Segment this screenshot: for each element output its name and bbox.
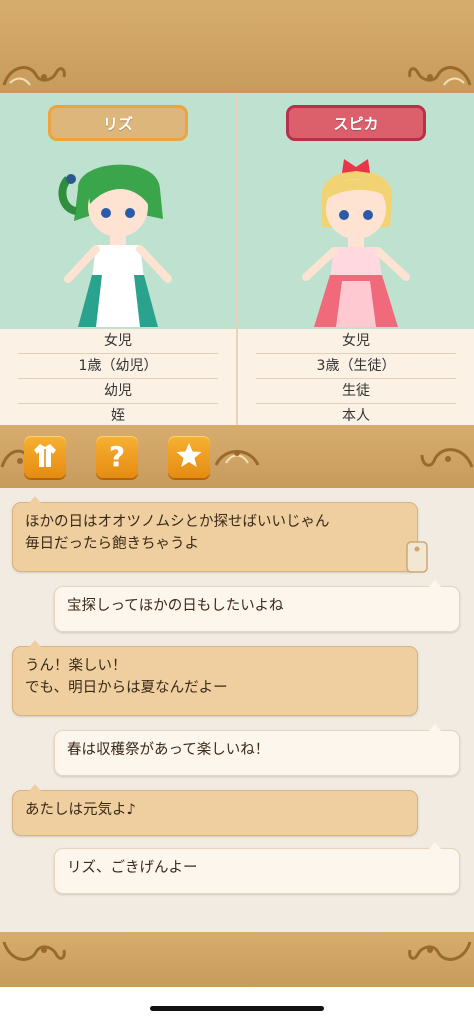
message-line: リズ、ごきげんよー: [67, 860, 198, 876]
tab-question-button[interactable]: ?: [96, 436, 138, 478]
tab-bar: ?: [0, 425, 474, 488]
chat-bubble-left: ほかの日はオオツノムシとか探せばいいじゃん 毎日だったら飽きちゃうよ: [12, 496, 418, 572]
character-comparison-panel: リズ 女児 1歳（幼児） 幼児 姪 スピカ 女児 3歳（生徒） 生徒 本人: [0, 93, 474, 425]
character-info-list: 女児 3歳（生徒） 生徒 本人: [238, 329, 474, 425]
info-stage: 生徒: [256, 379, 456, 404]
corner-ornament-icon: [0, 936, 70, 972]
character-figure-icon: [286, 149, 426, 329]
character-card-riz[interactable]: リズ 女児 1歳（幼児） 幼児 姪: [0, 93, 236, 425]
question-icon: ?: [108, 440, 126, 473]
chat-log[interactable]: ほかの日はオオツノムシとか探せばいいじゃん 毎日だったら飽きちゃうよ 宝探しって…: [0, 488, 474, 932]
corner-ornament-icon: [0, 55, 70, 91]
character-info-list: 女児 1歳（幼児） 幼児 姪: [0, 329, 236, 425]
home-indicator[interactable]: [150, 1006, 324, 1011]
chat-bubble-right: リズ、ごきげんよー: [54, 842, 460, 894]
info-gender: 女児: [256, 329, 456, 354]
info-age: 1歳（幼児）: [18, 354, 218, 379]
chat-bubble-left: うん！楽しい！ でも、明日からは夏なんだよー: [12, 640, 418, 716]
ornament-center-icon: [212, 439, 262, 475]
corner-ornament-icon: [404, 936, 474, 972]
star-icon: [175, 441, 203, 473]
message-line: あたしは元気よ♪: [25, 802, 136, 818]
home-area: [0, 987, 474, 1024]
message-line: 宝探しってほかの日もしたいよね: [67, 598, 284, 614]
tab-outfit-button[interactable]: [24, 436, 66, 478]
phone-icon: [404, 540, 430, 574]
message-line: 春は収穫祭があって楽しいね！: [67, 742, 270, 758]
info-stage: 幼児: [18, 379, 218, 404]
message-line: でも、明日からは夏なんだよー: [25, 680, 228, 696]
ornament-right-icon: [420, 439, 474, 475]
bottom-wood-bar: [0, 932, 474, 987]
top-wood-bar: [0, 0, 474, 93]
character-portrait: スピカ: [238, 93, 474, 329]
message-line: ほかの日はオオツノムシとか探せばいいじゃん: [25, 514, 330, 530]
chat-bubble-left: あたしは元気よ♪: [12, 784, 418, 836]
info-gender: 女児: [18, 329, 218, 354]
chat-bubble-right: 春は収穫祭があって楽しいね！: [54, 724, 460, 776]
corner-ornament-icon: [404, 55, 474, 91]
character-card-spica[interactable]: スピカ 女児 3歳（生徒） 生徒 本人: [238, 93, 474, 425]
chat-bubble-right: 宝探しってほかの日もしたいよね: [54, 580, 460, 632]
message-line: 毎日だったら飽きちゃうよ: [25, 536, 199, 552]
character-portrait: リズ: [0, 93, 236, 329]
character-figure-icon: [48, 149, 188, 329]
character-name-tag: スピカ: [286, 105, 426, 141]
outfit-icon: [31, 441, 59, 473]
info-age: 3歳（生徒）: [256, 354, 456, 379]
message-line: うん！楽しい！: [25, 658, 127, 674]
character-name-tag: リズ: [48, 105, 188, 141]
tab-star-button[interactable]: [168, 436, 210, 478]
